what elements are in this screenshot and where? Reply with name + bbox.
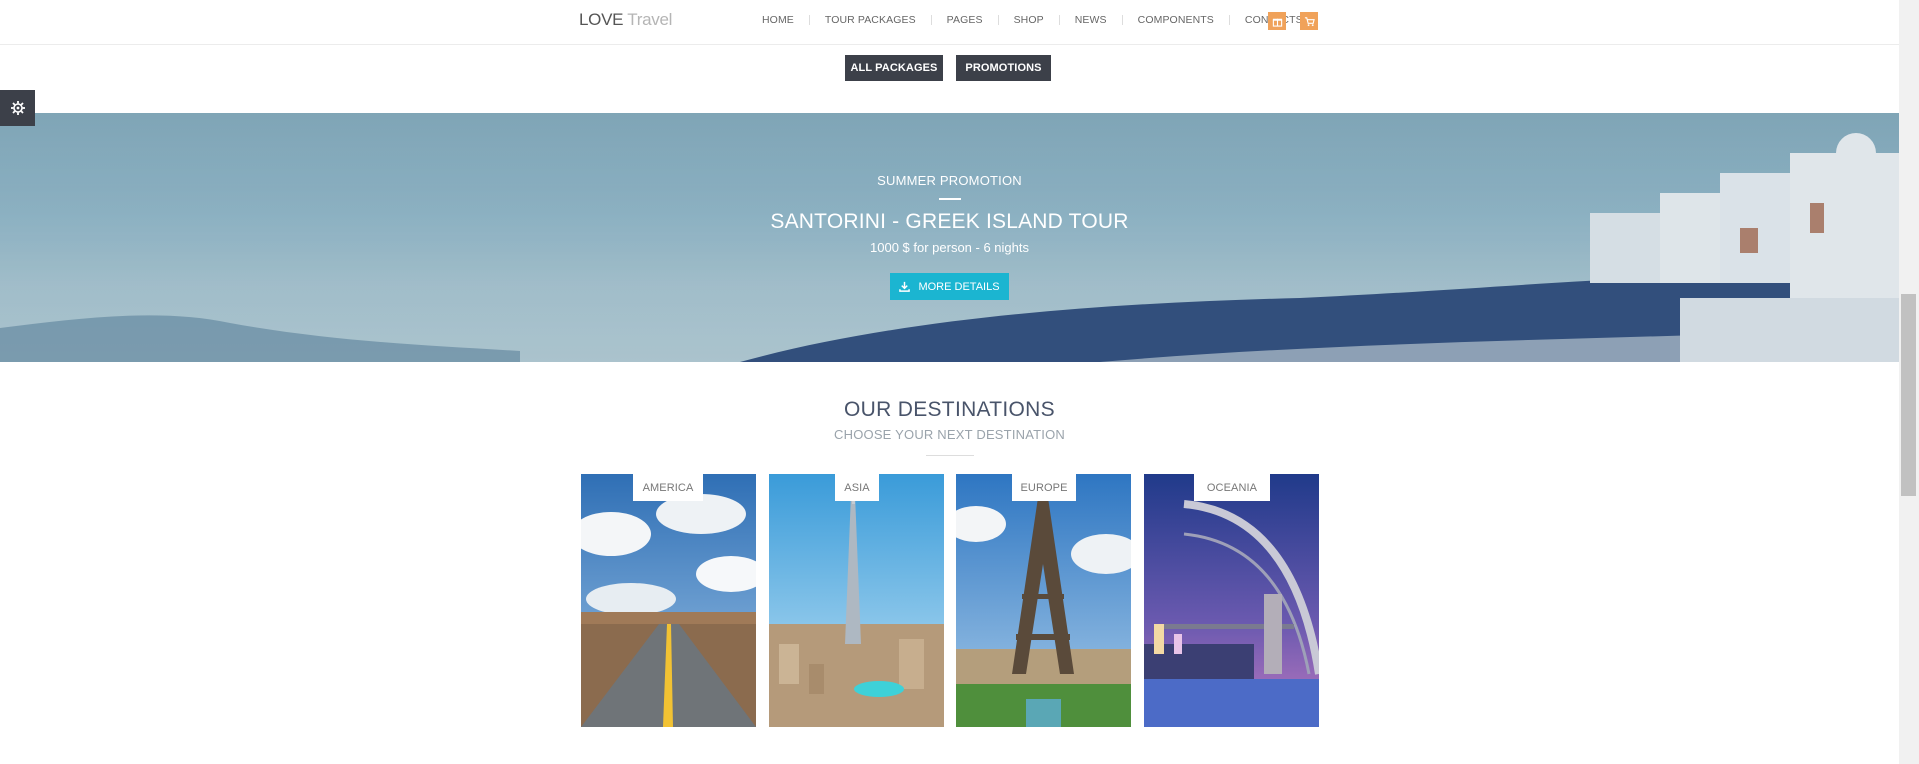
settings-button[interactable]	[0, 90, 35, 126]
destination-card-asia[interactable]: ASIA	[769, 474, 944, 727]
destinations-subtitle: CHOOSE YOUR NEXT DESTINATION	[834, 427, 1065, 442]
nav-home[interactable]: HOME	[762, 14, 794, 26]
destinations-divider	[926, 455, 974, 456]
hero-kicker: SUMMER PROMOTION	[877, 173, 1022, 188]
main-nav: HOME TOUR PACKAGES PAGES SHOP NEWS COMPO…	[762, 14, 1303, 26]
destination-card-oceania[interactable]: OCEANIA	[1144, 474, 1319, 727]
nav-components[interactable]: COMPONENTS	[1138, 14, 1214, 26]
nav-separator	[808, 15, 810, 25]
logo-primary: LOVE	[579, 10, 624, 29]
nav-separator	[1121, 15, 1123, 25]
nav-separator	[997, 15, 999, 25]
gear-icon	[10, 101, 25, 115]
gift-button[interactable]	[1268, 12, 1286, 30]
nav-tour-packages[interactable]: TOUR PACKAGES	[825, 14, 916, 26]
nav-shop[interactable]: SHOP	[1014, 14, 1044, 26]
hero-subtitle: 1000 $ for person - 6 nights	[870, 240, 1029, 255]
download-icon	[899, 281, 911, 292]
hero-title: SANTORINI - GREEK ISLAND TOUR	[770, 210, 1129, 233]
oceania-image	[1144, 474, 1319, 727]
cart-icon	[1304, 16, 1315, 26]
destination-label-asia: ASIA	[835, 474, 879, 501]
destination-label-oceania: OCEANIA	[1194, 474, 1270, 501]
nav-separator	[930, 15, 932, 25]
europe-image	[956, 474, 1131, 727]
site-header: LOVE Travel HOME TOUR PACKAGES PAGES SHO…	[0, 0, 1899, 45]
more-details-label: MORE DETAILS	[918, 280, 1000, 293]
gift-icon	[1272, 18, 1282, 27]
nav-pages[interactable]: PAGES	[947, 14, 983, 26]
site-logo[interactable]: LOVE Travel	[579, 10, 672, 30]
destination-label-america: AMERICA	[633, 474, 703, 501]
tab-promotions[interactable]: PROMOTIONS	[956, 55, 1051, 81]
promo-hero: SUMMER PROMOTION SANTORINI - GREEK ISLAN…	[0, 113, 1899, 362]
destination-card-europe[interactable]: EUROPE	[956, 474, 1131, 727]
page-scrollbar[interactable]	[1899, 0, 1919, 764]
scrollbar-thumb[interactable]	[1901, 294, 1916, 496]
destination-card-america[interactable]: AMERICA	[581, 474, 756, 727]
america-image	[581, 474, 756, 727]
logo-secondary: Travel	[627, 10, 673, 29]
nav-separator	[1058, 15, 1060, 25]
hero-divider	[939, 198, 961, 200]
nav-separator	[1228, 15, 1230, 25]
tab-all-packages[interactable]: ALL PACKAGES	[845, 55, 943, 81]
destinations-title: OUR DESTINATIONS	[844, 398, 1055, 421]
destination-label-europe: EUROPE	[1012, 474, 1076, 501]
hero-overlay	[0, 113, 1899, 362]
asia-image	[769, 474, 944, 727]
more-details-button[interactable]: MORE DETAILS	[890, 273, 1009, 300]
cart-button[interactable]	[1300, 12, 1318, 30]
nav-news[interactable]: NEWS	[1075, 14, 1107, 26]
